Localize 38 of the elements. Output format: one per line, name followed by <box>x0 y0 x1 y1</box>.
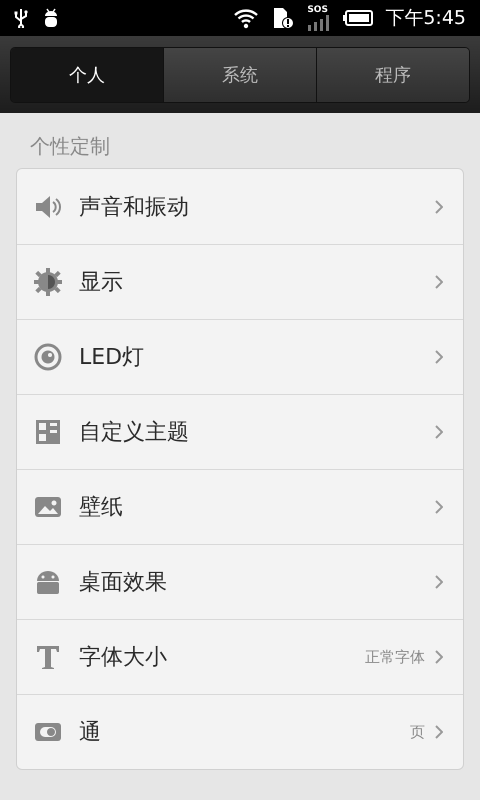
chevron-icon <box>435 350 443 364</box>
row-label: 壁纸 <box>79 494 124 522</box>
chevron-icon <box>435 575 443 589</box>
sim-alert-icon <box>271 6 296 30</box>
settings-row[interactable]: LED灯 <box>17 319 463 394</box>
row-label: 通 <box>79 719 102 747</box>
usb-icon <box>14 8 28 28</box>
row-label: 桌面效果 <box>79 569 168 597</box>
settings-row[interactable]: 桌面效果 <box>17 544 463 619</box>
target-icon <box>33 342 63 372</box>
settings-row[interactable]: 自定义主题 <box>17 394 463 469</box>
tab[interactable]: 系统 <box>163 48 316 102</box>
row-label: 字体大小 <box>79 644 168 672</box>
settings-row[interactable]: 声音和振动 <box>17 169 463 244</box>
settings-row[interactable]: 壁纸 <box>17 469 463 544</box>
chevron-icon <box>435 725 443 739</box>
brightness-icon <box>33 267 63 297</box>
section-header: 个性定制 <box>29 133 111 160</box>
grid-icon <box>33 417 63 447</box>
row-label: 声音和振动 <box>79 194 190 222</box>
row-label: LED灯 <box>79 344 146 372</box>
settings-row[interactable]: 通 页 <box>17 694 463 769</box>
tab[interactable]: 程序 <box>316 48 469 102</box>
clock-time: 下午5:45 <box>385 6 466 31</box>
tab[interactable]: 个人 <box>11 48 163 102</box>
settings-row[interactable]: 字体大小 正常字体 <box>17 619 463 694</box>
chevron-icon <box>435 425 443 439</box>
row-value: 正常字体 <box>365 648 425 666</box>
row-value: 页 <box>410 722 425 742</box>
settings-row[interactable]: 显示 <box>17 244 463 319</box>
row-label: 显示 <box>79 269 124 297</box>
battery-icon <box>343 10 374 26</box>
chevron-icon <box>435 200 443 214</box>
chevron-icon <box>435 275 443 289</box>
chevron-icon <box>435 500 443 514</box>
chevron-icon <box>435 650 443 664</box>
wifi-icon <box>233 7 260 29</box>
row-label: 自定义主题 <box>79 419 190 447</box>
